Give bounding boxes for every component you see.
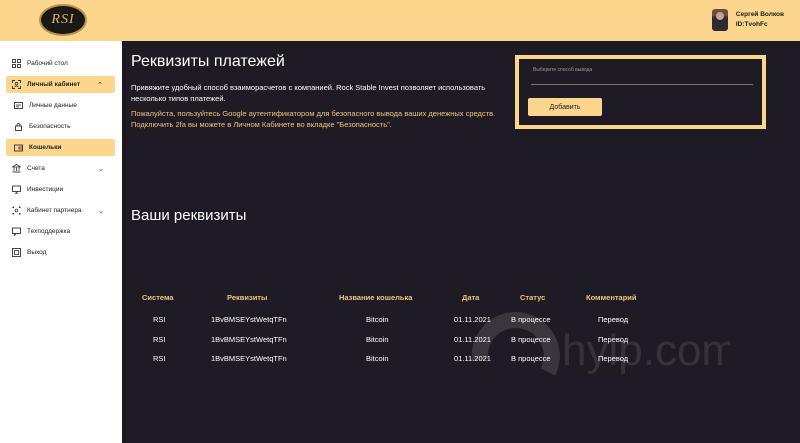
- withdrawal-method-select[interactable]: Выберите способ вывода: [533, 67, 592, 73]
- select-underline: [531, 84, 753, 85]
- chevron-up-icon: ⌃: [97, 81, 103, 89]
- sidebar: Рабочий стол Личный кабинет ⌃ Личные дан…: [0, 41, 122, 443]
- sidebar-item-label: Счета: [27, 165, 45, 172]
- column-header-requisites: Реквизиты: [227, 293, 268, 302]
- cell-date: 01.11.2021: [454, 354, 491, 363]
- cell-requisites: 1BvBMSEYstWetqTFn: [211, 315, 287, 324]
- cell-status: В процессе: [511, 315, 551, 324]
- monitor-icon: [12, 185, 21, 194]
- logo-text: RSI: [51, 12, 75, 27]
- sidebar-item-label: Техподдержка: [27, 228, 71, 235]
- sidebar-item-label: Выход: [27, 249, 47, 256]
- cell-status: В процессе: [511, 335, 551, 344]
- user-info: Сергей Волков ID:TvohFc: [736, 10, 784, 30]
- lock-icon: [14, 122, 23, 131]
- add-wallet-panel: Выберите способ вывода Добавить: [515, 55, 766, 129]
- column-header-status: Статус: [520, 293, 546, 302]
- cell-status: В процессе: [511, 354, 551, 363]
- column-header-system: Система: [142, 293, 174, 302]
- dashboard-icon: [12, 59, 21, 68]
- sidebar-item-dashboard[interactable]: Рабочий стол: [0, 55, 122, 72]
- sidebar-item-label: Инвестиции: [27, 186, 64, 193]
- chevron-down-icon: ⌄: [98, 207, 104, 215]
- support-icon: [12, 227, 21, 236]
- sidebar-item-accounts[interactable]: Счета ⌄: [0, 160, 122, 177]
- sidebar-item-wallets[interactable]: Кошельки: [6, 139, 115, 156]
- column-header-wallet-name: Название кошелька: [339, 293, 413, 302]
- cell-system: RSI: [153, 354, 166, 363]
- user-profile[interactable]: Сергей Волков ID:TvohFc: [711, 9, 784, 31]
- cell-comment: Перевод: [598, 335, 629, 344]
- cell-date: 01.11.2021: [454, 335, 491, 344]
- cell-wallet-name: Bitcoin: [366, 315, 389, 324]
- cell-date: 01.11.2021: [454, 315, 491, 324]
- sidebar-item-account[interactable]: Личный кабинет ⌃: [6, 76, 115, 93]
- sidebar-item-label: Личный кабинет: [27, 81, 81, 88]
- exit-icon: [12, 248, 21, 257]
- sidebar-item-label: Кошельки: [29, 144, 62, 151]
- cell-requisites: 1BvBMSEYstWetqTFn: [211, 354, 287, 363]
- page-title: Реквизиты платежей: [131, 53, 285, 70]
- wallet-icon: [14, 143, 23, 152]
- cell-comment: Перевод: [598, 354, 629, 363]
- company-logo[interactable]: RSI: [39, 4, 87, 36]
- sidebar-item-label: Безопасность: [29, 123, 71, 130]
- add-button[interactable]: Добавить: [528, 98, 602, 116]
- network-icon: [12, 206, 21, 215]
- user-name: Сергей Волков: [735, 11, 784, 18]
- user-icon: [12, 80, 21, 89]
- section-title: Ваши реквизиты: [131, 207, 247, 224]
- security-note: Пожалуйста, пользуйтесь Google аутентифи…: [131, 109, 496, 129]
- cell-comment: Перевод: [598, 315, 629, 324]
- user-id: ID:TvohFc: [735, 21, 768, 28]
- sidebar-item-security[interactable]: Безопасность: [0, 118, 122, 135]
- sidebar-item-logout[interactable]: Выход: [0, 244, 122, 261]
- sidebar-item-label: Кабинет партнера: [27, 207, 82, 214]
- sidebar-item-personal-data[interactable]: Личные данные: [0, 97, 122, 114]
- avatar: [711, 9, 728, 31]
- sidebar-item-partner[interactable]: Кабинет партнера ⌄: [0, 202, 122, 219]
- sidebar-item-investments[interactable]: Инвестиции: [0, 181, 122, 198]
- cell-system: RSI: [153, 335, 166, 344]
- page-description: Привяжите удобный способ взаиморасчетов …: [131, 83, 486, 103]
- cell-wallet-name: Bitcoin: [366, 335, 389, 344]
- sidebar-item-label: Личные данные: [29, 102, 77, 109]
- column-header-comment: Комментарий: [586, 293, 637, 302]
- top-bar: RSI Сергей Волков ID:TvohFc: [0, 0, 800, 41]
- chevron-down-icon: ⌄: [98, 165, 104, 173]
- cell-requisites: 1BvBMSEYstWetqTFn: [211, 335, 287, 344]
- id-card-icon: [14, 101, 23, 110]
- sidebar-item-label: Рабочий стол: [27, 60, 68, 67]
- bank-icon: [12, 164, 21, 173]
- column-header-date: Дата: [462, 293, 480, 302]
- watermark-text: hyip.com: [562, 326, 730, 375]
- sidebar-item-support[interactable]: Техподдержка: [0, 223, 122, 240]
- cell-system: RSI: [153, 315, 166, 324]
- cell-wallet-name: Bitcoin: [366, 354, 389, 363]
